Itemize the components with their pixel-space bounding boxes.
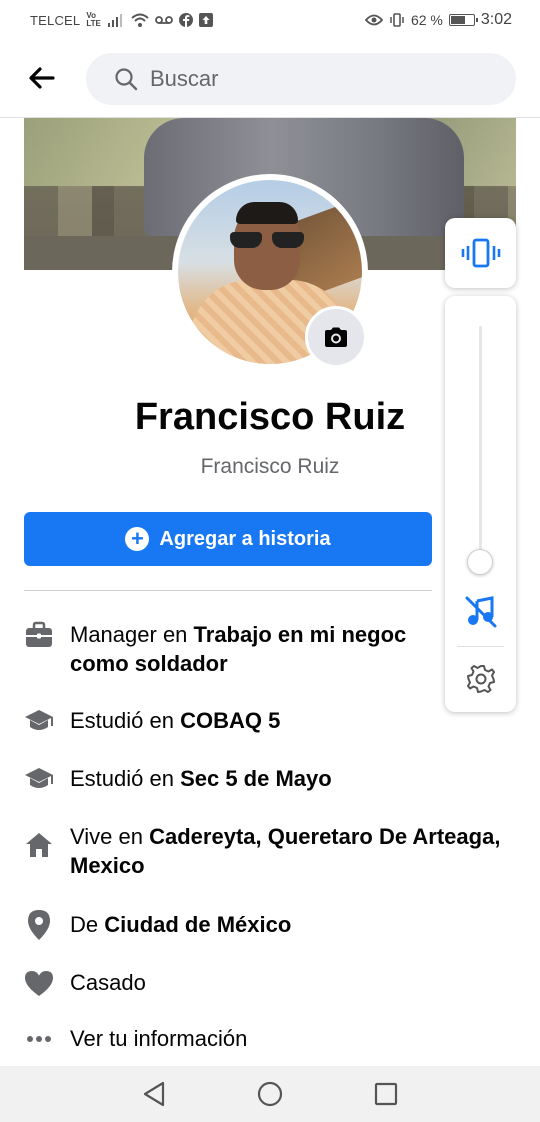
- gear-icon: [467, 665, 495, 693]
- battery-icon: [448, 14, 478, 26]
- network-type: Vo LTE: [86, 12, 101, 28]
- school-name-2: Sec 5 de Mayo: [180, 766, 332, 791]
- home-icon: [22, 828, 56, 862]
- search-placeholder: Buscar: [150, 66, 219, 91]
- network-type-bottom: LTE: [86, 19, 101, 28]
- work-text: Manager en Trabajo en mi negoc como sold…: [70, 620, 510, 678]
- battery-percent: 62 %: [410, 12, 443, 28]
- volume-panel: [445, 296, 516, 712]
- education-2-text: Estudió en Sec 5 de Mayo: [70, 764, 510, 793]
- info-item-education-2[interactable]: Estudió en Sec 5 de Mayo: [22, 764, 522, 796]
- vibrate-icon: [461, 238, 500, 268]
- nav-home-button[interactable]: [250, 1074, 290, 1114]
- education-1-text: Estudió en COBAQ 5: [70, 706, 510, 735]
- hometown-prefix: De: [70, 912, 105, 937]
- hometown-name: Ciudad de México: [104, 912, 292, 937]
- status-bar: TELCEL Vo LTE 62 % 3:02: [0, 0, 540, 40]
- change-photo-button[interactable]: [305, 306, 367, 368]
- graduation-cap-icon: [22, 762, 56, 796]
- upload-icon: [198, 13, 213, 27]
- facebook-icon: [178, 13, 193, 27]
- see-about-info-link[interactable]: Ver tu información: [22, 1024, 522, 1056]
- search-input[interactable]: Buscar: [86, 53, 516, 105]
- circle-home-icon: [257, 1081, 283, 1107]
- heart-icon: [22, 966, 56, 1000]
- current-city-text: Vive en Cadereyta, Queretaro De Arteaga,…: [70, 822, 510, 880]
- more-horizontal-icon: [22, 1022, 56, 1056]
- add-to-story-label: Agregar a historia: [159, 527, 331, 550]
- sound-settings-button[interactable]: [461, 659, 501, 699]
- hometown-text: De Ciudad de México: [70, 910, 510, 939]
- eye-icon: [364, 14, 383, 26]
- briefcase-icon: [22, 618, 56, 652]
- vibrate-mode-button[interactable]: [445, 218, 516, 288]
- relationship-text: Casado: [70, 970, 146, 995]
- education-2-prefix: Estudió en: [70, 766, 181, 791]
- add-to-story-button[interactable]: + Agregar a historia: [24, 512, 432, 566]
- android-nav-bar: [0, 1066, 540, 1122]
- status-right: 62 % 3:02: [364, 11, 512, 29]
- info-item-hometown[interactable]: De Ciudad de México: [22, 910, 522, 942]
- camera-icon: [325, 327, 347, 347]
- vibrate-status-icon: [390, 13, 404, 27]
- ringer-mute-button[interactable]: [461, 592, 501, 632]
- graduation-cap-icon: [22, 704, 56, 738]
- arrow-left-icon: [29, 67, 55, 89]
- music-off-icon: [465, 596, 497, 628]
- info-item-education-1[interactable]: Estudió en COBAQ 5: [22, 706, 522, 738]
- status-left: TELCEL Vo LTE: [30, 12, 213, 28]
- nav-back-button[interactable]: [134, 1074, 174, 1114]
- signal-icon: [107, 14, 122, 27]
- divider: [24, 590, 432, 591]
- volume-slider-thumb[interactable]: [467, 549, 493, 575]
- wifi-icon: [131, 13, 149, 27]
- top-bar: Buscar: [0, 40, 540, 118]
- avatar-sunglasses: [230, 232, 304, 248]
- nav-recents-button[interactable]: [366, 1074, 406, 1114]
- carrier-label: TELCEL: [30, 12, 81, 28]
- education-1-prefix: Estudió en: [70, 708, 181, 733]
- workplace-name: Trabajo en mi negoc: [193, 622, 407, 647]
- location-pin-icon: [22, 908, 56, 942]
- info-item-relationship[interactable]: Casado: [22, 968, 522, 1000]
- workplace-name-continued: como soldador: [70, 651, 228, 676]
- avatar-hair: [236, 202, 298, 224]
- clock: 3:02: [480, 11, 512, 28]
- current-city-prefix: Vive en: [70, 824, 150, 849]
- voicemail-icon: [154, 16, 173, 24]
- work-prefix: Manager en: [70, 622, 194, 647]
- back-button[interactable]: [22, 58, 62, 98]
- square-recents-icon: [374, 1082, 398, 1106]
- see-about-info-label: Ver tu información: [70, 1026, 248, 1051]
- work-line-1: Manager en Trabajo en mi negoc: [70, 620, 446, 649]
- school-name-1: COBAQ 5: [180, 708, 281, 733]
- battery-fill: [450, 16, 465, 24]
- plus-circle-icon: +: [125, 527, 150, 551]
- search-icon: [115, 68, 138, 91]
- info-item-current-city[interactable]: Vive en Cadereyta, Queretaro De Arteaga,…: [22, 822, 522, 880]
- volume-slider-track[interactable]: [479, 326, 482, 562]
- triangle-back-icon: [143, 1081, 165, 1107]
- volume-panel-separator: [457, 646, 504, 647]
